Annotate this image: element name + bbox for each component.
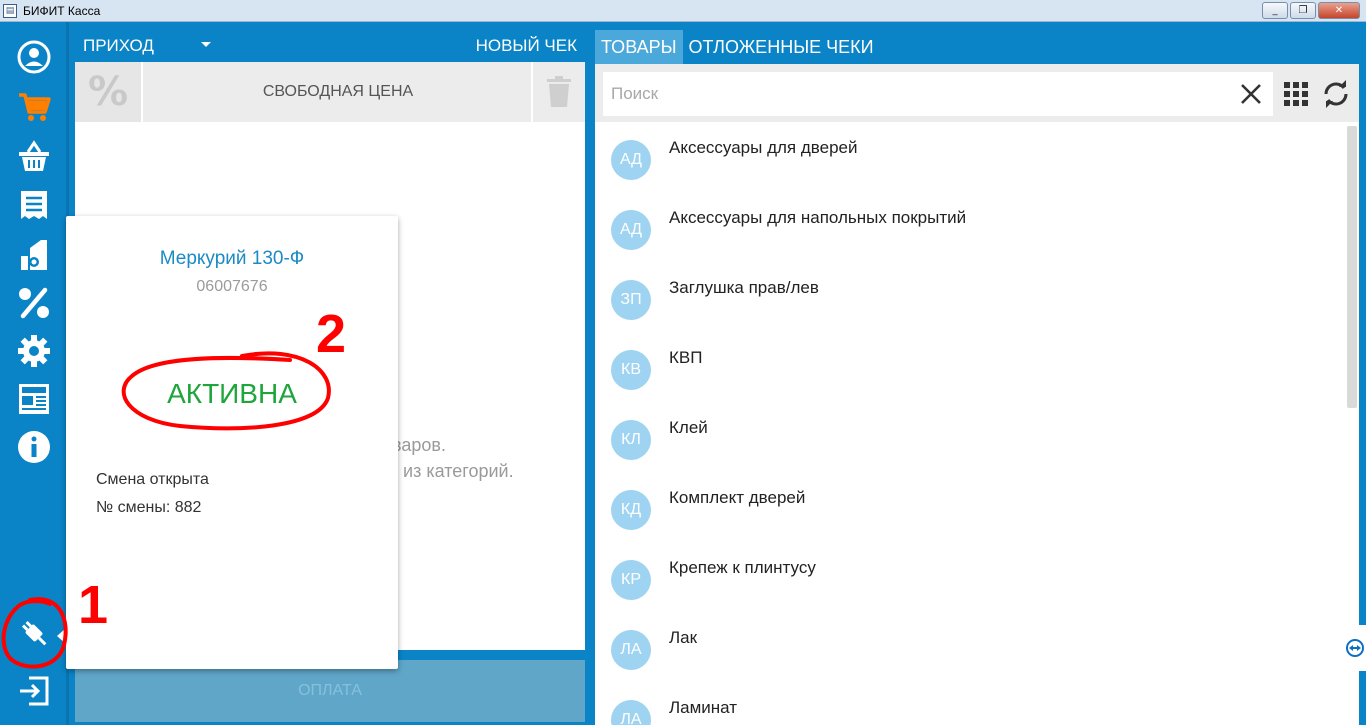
shift-status: Смена открыта [96,471,209,488]
receipt-icon[interactable] [15,186,53,224]
trash-icon[interactable] [531,62,585,122]
annotation-number-2: 2 [316,304,347,364]
info-icon[interactable] [15,428,53,466]
operation-type-select[interactable]: ПРИХОД [83,36,154,56]
list-item-label: Комплект дверей [669,488,806,507]
discount-icon[interactable] [15,284,53,322]
avatar: КР [611,560,651,600]
products-list: АД Аксессуары для дверей АД Аксессуары для… [595,122,1359,725]
list-item-label: Аксессуары для дверей [669,138,858,157]
window-title: БИФИТ Касса [23,3,101,18]
tab-deferred-checks[interactable]: ОТЛОЖЕННЫЕ ЧЕКИ [683,30,880,64]
minimize-button[interactable]: _ [1262,2,1288,19]
list-item[interactable]: КВ КВП [595,332,1335,402]
popup-arrow [57,628,66,644]
search-bar [595,64,1359,122]
basket-icon[interactable] [15,138,53,176]
settings-icon[interactable] [15,332,53,370]
check-toolbar: % СВОБОДНАЯ ЦЕНА [75,62,585,122]
maximize-button[interactable]: ❐ [1290,2,1316,19]
list-item-label: Аксессуары для напольных покрытий [669,208,967,227]
sidebar [0,22,66,725]
device-status-popup: Меркурий 130-Ф 06007676 АКТИВНА Смена от… [66,216,398,669]
device-name: Меркурий 130-Ф [159,248,305,269]
free-price-button[interactable]: СВОБОДНАЯ ЦЕНА [145,62,531,122]
products-tabs: ТОВАРЫ ОТЛОЖЕННЫЕ ЧЕКИ [595,30,880,64]
window-titlebar: ▤ БИФИТ Касса _ ❐ ✕ [0,0,1366,22]
list-item[interactable]: ЛА Ламинат [595,682,1335,725]
app-icon: ▤ [3,3,17,18]
reports-icon[interactable] [15,236,53,274]
chevron-down-icon[interactable] [201,42,211,47]
list-item[interactable]: ЛА Лак [595,612,1335,682]
teamviewer-icon[interactable] [1343,625,1366,671]
avatar: КЛ [611,420,651,460]
avatar: ЗП [611,280,651,320]
list-item[interactable]: КД Комплект дверей [595,472,1335,542]
close-button[interactable]: ✕ [1318,2,1360,19]
list-item-label: КВП [669,348,703,367]
close-icon[interactable] [1239,82,1263,106]
pay-button[interactable]: ОПЛАТА [75,660,585,722]
avatar: КД [611,490,651,530]
list-item[interactable]: АД Аксессуары для дверей [595,122,1335,192]
refresh-icon[interactable] [1322,80,1350,108]
list-item-label: Клей [669,418,708,437]
check-header: ПРИХОД НОВЫЙ ЧЕК [69,22,590,66]
list-item-label: Ламинат [669,698,738,717]
list-item[interactable]: АД Аксессуары для напольных покрытий [595,192,1335,262]
list-item-label: Крепеж к плинтусу [669,558,816,577]
logout-icon[interactable] [15,672,53,710]
avatar: АД [611,210,651,250]
annotation-number-1: 1 [78,575,109,635]
news-icon[interactable] [15,380,53,418]
list-item[interactable]: КЛ Клей [595,402,1335,472]
new-check-button[interactable]: НОВЫЙ ЧЕК [476,36,577,56]
device-serial: 06007676 [196,278,268,295]
avatar: ЛА [611,630,651,670]
grid-view-icon[interactable] [1284,82,1308,106]
discount-button[interactable]: % [75,62,143,122]
cart-icon[interactable] [15,88,53,126]
list-item-label: Лак [669,628,698,647]
list-item[interactable]: ЗП Заглушка прав/лев [595,262,1335,332]
avatar: АД [611,140,651,180]
shift-info: Смена открыта № смены: 882 [96,466,209,522]
scrollbar[interactable] [1347,126,1357,408]
list-item-label: Заглушка прав/лев [669,278,819,297]
search-input[interactable] [603,72,1273,116]
avatar: КВ [611,350,651,390]
shift-number: № смены: 882 [96,499,202,516]
products-panel: ТОВАРЫ ОТЛОЖЕННЫЕ ЧЕКИ АД Аксессуары для … [590,22,1366,725]
avatar: ЛА [611,700,651,725]
device-connection-icon[interactable] [15,614,53,652]
list-item[interactable]: КР Крепеж к плинтусу [595,542,1335,612]
device-status: АКТИВНА [167,378,297,409]
tab-products[interactable]: ТОВАРЫ [595,30,683,64]
account-icon[interactable] [15,38,53,76]
